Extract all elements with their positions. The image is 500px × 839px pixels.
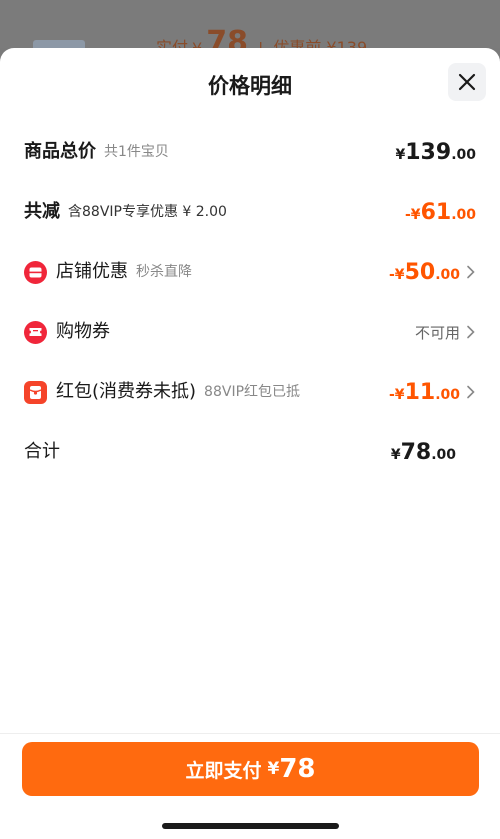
home-indicator[interactable] [162,823,339,829]
product-thumbnail [33,40,85,48]
row-goods-total: 商品总价 共1件宝贝 ¥ 139 .00 [24,136,476,168]
amount-int: 78 [400,439,432,465]
pay-button-currency: ¥ [267,759,280,779]
background-order-summary: 实付 ¥ 78 | 优惠前 ¥139 [0,0,500,48]
paid-currency: ¥ [192,39,202,48]
pay-button-amount: 78 [279,754,316,784]
red-packet-icon [24,380,47,404]
shop-discount-label: 店铺优惠 [56,261,128,282]
goods-total-amount: ¥ 139 .00 [396,140,477,165]
amount-int: 139 [405,139,452,165]
separator: | [258,39,263,48]
chevron-right-icon [467,265,475,279]
row-red-packet[interactable]: 红包(消费券未抵) 88VIP红包已抵 -¥ 11 .00 [24,376,476,408]
paid-label: 实付 [156,38,189,48]
goods-total-label: 商品总价 [24,141,96,162]
shop-coupon-icon [24,260,47,284]
close-icon [458,73,476,91]
currency: -¥ [405,206,421,223]
row-shopping-voucher[interactable]: 购物券 不可用 [24,316,476,348]
amount-int: 50 [404,259,436,285]
row-sum: 合计 ¥ 78 .00 [24,436,476,468]
sum-label: 合计 [24,441,60,462]
voucher-label: 购物券 [56,321,110,342]
amount-int: 11 [404,379,436,405]
row-shop-discount[interactable]: 店铺优惠 秒杀直降 -¥ 50 .00 [24,256,476,288]
sum-amount: ¥ 78 .00 [391,440,456,465]
amount-dec: .00 [451,146,476,163]
amount-dec: .00 [431,446,456,463]
shop-discount-amount: -¥ 50 .00 [389,260,460,285]
pay-button-label: 立即支付 [185,759,262,782]
background-price-line: 实付 ¥ 78 | 优惠前 ¥139 [156,25,368,49]
currency: ¥ [390,446,401,463]
pay-now-button[interactable]: 立即支付 ¥ 78 [22,742,479,796]
amount-int: 61 [420,199,452,225]
currency: ¥ [395,146,406,163]
ticket-icon [24,320,47,344]
currency: -¥ [389,386,405,403]
divider [0,733,500,734]
currency: -¥ [389,266,405,283]
shop-discount-sub: 秒杀直降 [136,264,192,280]
voucher-status: 不可用 [414,323,460,342]
chevron-right-icon [467,325,475,339]
reduced-sub-label: 含88VIP专享优惠 ¥ 2.00 [68,204,227,220]
amount-dec: .00 [451,206,476,223]
sheet-title: 价格明细 [208,74,292,98]
red-packet-sub: 88VIP红包已抵 [204,384,301,400]
red-packet-amount: -¥ 11 .00 [389,380,460,405]
goods-count-label: 共1件宝贝 [104,144,169,160]
before-discount-label: 优惠前 ¥139 [273,38,368,48]
row-total-reduced: 共减 含88VIP专享优惠 ¥ 2.00 -¥ 61 .00 [24,196,476,228]
amount-dec: .00 [435,266,460,283]
amount-dec: .00 [435,386,460,403]
close-button[interactable] [448,63,486,101]
paid-value: 78 [206,25,248,49]
chevron-right-icon [467,385,475,399]
price-detail-sheet: 价格明细 商品总价 共1件宝贝 ¥ 139 .00 共减 含88VIP专享优惠 … [0,48,500,839]
red-packet-label: 红包(消费券未抵) [56,381,197,402]
reduced-amount: -¥ 61 .00 [405,200,476,225]
reduced-label: 共减 [24,201,60,222]
